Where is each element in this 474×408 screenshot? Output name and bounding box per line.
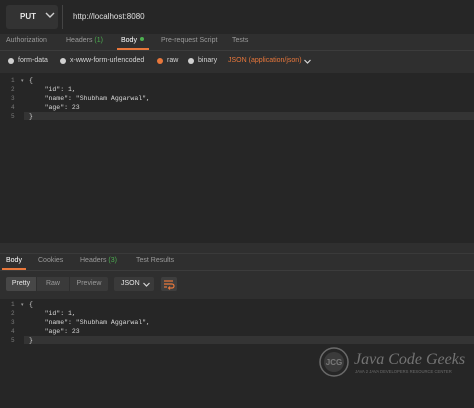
tab-body-label: Body <box>121 37 137 44</box>
request-tabs: Authorization Headers (1) Body Pre-reque… <box>0 34 474 51</box>
fold-arrow-icon[interactable]: ▾ <box>21 78 24 84</box>
headers-count-badge: (1) <box>94 37 103 44</box>
code-line: } <box>29 337 33 344</box>
url-input[interactable]: http://localhost:8080 <box>62 5 474 29</box>
java-code-geeks-logo-icon: JCG Java Code Geeks JAVA 2 JAVA DEVELOPE… <box>319 347 465 377</box>
response-toolbar: Pretty Raw Preview JSON <box>0 272 474 298</box>
method-select[interactable]: PUT <box>6 5 58 29</box>
view-raw-button[interactable]: Raw <box>37 277 69 291</box>
code-line: "age": 23 <box>29 328 80 335</box>
body-type-options: form-data x-www-form-urlencoded raw bina… <box>0 52 474 72</box>
wrap-lines-button[interactable] <box>161 277 177 291</box>
tab-response-body[interactable]: Body <box>6 257 22 264</box>
code-line: "id": 1, <box>29 86 76 93</box>
radio-form-data-label: form-data <box>18 57 48 64</box>
wrap-lines-icon <box>164 280 175 290</box>
response-headers-count-badge: (3) <box>108 257 117 264</box>
request-bar: PUT http://localhost:8080 <box>0 0 474 34</box>
tab-response-headers[interactable]: Headers (3) <box>80 257 117 264</box>
line-number: 4 <box>11 104 15 111</box>
active-tab-indicator <box>117 48 149 50</box>
radio-urlencoded[interactable] <box>60 58 66 64</box>
line-number: 4 <box>11 328 15 335</box>
watermark-logo: JCG Java Code Geeks JAVA 2 JAVA DEVELOPE… <box>318 344 468 380</box>
view-pretty-button[interactable]: Pretty <box>6 277 36 291</box>
format-label: JSON <box>121 280 140 287</box>
tab-response-headers-label: Headers <box>80 257 107 264</box>
code-line: "age": 23 <box>29 104 80 111</box>
line-number: 1 <box>11 301 15 308</box>
code-line: { <box>29 77 33 84</box>
tab-tests[interactable]: Tests <box>232 37 248 44</box>
code-line: } <box>29 113 33 120</box>
line-number: 5 <box>11 113 15 120</box>
method-label: PUT <box>20 12 36 21</box>
fold-arrow-icon[interactable]: ▾ <box>21 302 24 308</box>
active-line-highlight <box>0 112 474 120</box>
response-tabs: Body Cookies Headers (3) Test Results <box>0 253 474 271</box>
line-number: 3 <box>11 95 15 102</box>
body-active-dot <box>139 37 144 41</box>
radio-binary[interactable] <box>188 58 194 64</box>
radio-urlencoded-label: x-www-form-urlencoded <box>70 57 145 64</box>
code-line: "id": 1, <box>29 310 76 317</box>
active-line-highlight <box>0 336 474 344</box>
radio-raw-label: raw <box>167 57 179 64</box>
format-select[interactable]: JSON <box>114 277 154 291</box>
tab-cookies[interactable]: Cookies <box>38 257 63 264</box>
code-line: "name": "Shubham Aggarwal", <box>29 95 150 102</box>
active-response-tab-indicator <box>2 268 26 270</box>
logo-text: JCG <box>326 358 342 367</box>
line-number: 2 <box>11 310 15 317</box>
tab-headers[interactable]: Headers (1) <box>66 37 103 44</box>
radio-raw[interactable] <box>157 58 163 64</box>
tab-test-results[interactable]: Test Results <box>136 257 174 264</box>
tab-body[interactable]: Body <box>121 37 144 44</box>
tab-pre-request-script[interactable]: Pre-request Script <box>161 37 217 44</box>
chevron-down-icon <box>45 12 55 18</box>
content-type-select[interactable]: JSON (application/json) <box>228 57 302 64</box>
radio-form-data[interactable] <box>8 58 14 64</box>
request-body-editor[interactable]: 1 2 3 4 5 ▾ { "id": 1, "name": "Shubham … <box>0 73 474 243</box>
view-preview-button[interactable]: Preview <box>70 277 108 291</box>
line-number: 1 <box>11 77 15 84</box>
line-number: 2 <box>11 86 15 93</box>
watermark-tagline: JAVA 2 JAVA DEVELOPERS RESOURCE CENTER <box>355 369 452 374</box>
line-number: 3 <box>11 319 15 326</box>
tab-headers-label: Headers <box>66 37 93 44</box>
code-line: "name": "Shubham Aggarwal", <box>29 319 150 326</box>
code-line: { <box>29 301 33 308</box>
watermark-title: Java Code Geeks <box>354 351 465 368</box>
chevron-down-icon[interactable] <box>303 57 312 66</box>
line-number: 5 <box>11 337 15 344</box>
tab-authorization[interactable]: Authorization <box>6 37 47 44</box>
radio-binary-label: binary <box>198 57 218 64</box>
chevron-down-icon <box>143 282 150 287</box>
url-text: http://localhost:8080 <box>73 12 145 21</box>
